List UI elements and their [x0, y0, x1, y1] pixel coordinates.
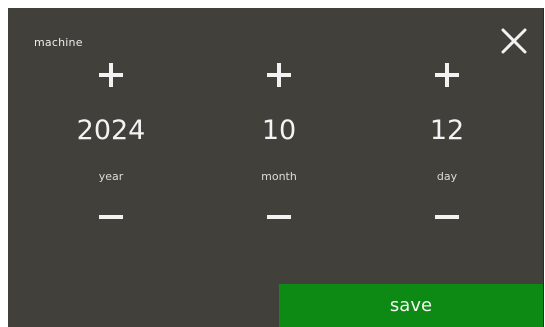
minus-icon	[435, 215, 459, 219]
plus-icon	[99, 63, 123, 87]
month-column: 10 month	[219, 60, 339, 240]
year-column: 2024 year	[51, 60, 171, 240]
day-column: 12 day	[387, 60, 507, 240]
month-increment-button[interactable]	[259, 60, 299, 96]
year-value: 2024	[76, 115, 146, 146]
month-label: month	[261, 170, 297, 183]
month-value: 10	[261, 115, 297, 146]
year-increment-button[interactable]	[91, 60, 131, 96]
day-label: day	[436, 170, 458, 183]
year-label: year	[98, 170, 124, 183]
plus-icon	[267, 63, 291, 87]
day-value: 12	[429, 115, 465, 146]
machine-label: machine	[34, 36, 83, 49]
close-button[interactable]	[497, 24, 531, 58]
day-increment-button[interactable]	[427, 60, 467, 96]
day-decrement-button[interactable]	[427, 202, 467, 238]
year-decrement-button[interactable]	[91, 202, 131, 238]
close-icon	[501, 28, 527, 54]
minus-icon	[99, 215, 123, 219]
plus-icon	[435, 63, 459, 87]
save-button[interactable]: save	[279, 284, 543, 327]
month-decrement-button[interactable]	[259, 202, 299, 238]
minus-icon	[267, 215, 291, 219]
